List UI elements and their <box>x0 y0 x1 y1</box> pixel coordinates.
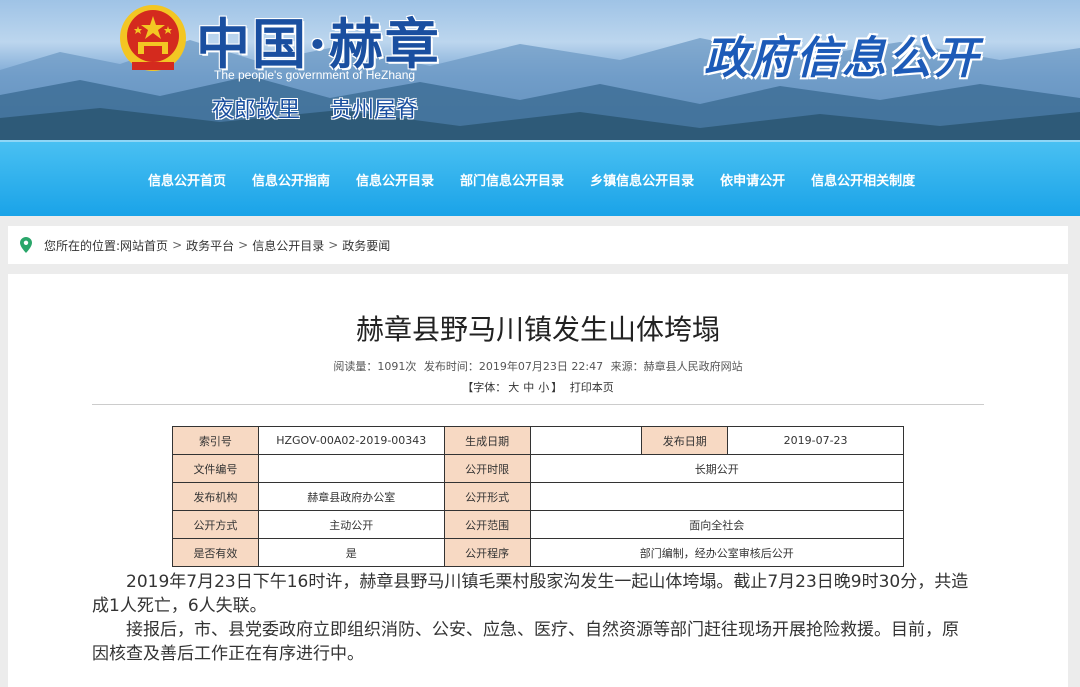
article-body: 2019年7月23日下午16时许，赫章县野马川镇毛栗村殷家沟发生一起山体垮塌。截… <box>92 570 972 666</box>
location-pin-icon <box>20 237 32 253</box>
slogan-2: 贵州屋脊 <box>330 98 419 123</box>
breadcrumb-separator: > <box>172 238 183 252</box>
procedure-label: 公开程序 <box>443 538 531 567</box>
scope-label: 公开范围 <box>443 510 531 539</box>
breadcrumb-label: 您所在的位置: <box>44 238 121 253</box>
period-value: 长期公开 <box>529 454 905 483</box>
pub-date-value: 2019-07-23 <box>727 426 904 455</box>
gen-date-value <box>529 426 643 455</box>
table-row: 是否有效 是 公开程序 部门编制，经办公室审核后公开 <box>172 538 905 567</box>
valid-label: 是否有效 <box>172 538 259 567</box>
form-label: 公开形式 <box>443 482 531 511</box>
section-title: 政府信息公开 <box>704 33 980 84</box>
nav-item-town-catalog[interactable]: 乡镇信息公开目录 <box>577 170 707 189</box>
nav-item-dept-catalog[interactable]: 部门信息公开目录 <box>447 170 577 189</box>
breadcrumb: 您所在的位置: 网站首页 > 政务平台 > 信息公开目录 > 政务要闻 <box>8 226 1068 264</box>
article-paragraph-1: 2019年7月23日下午16时许，赫章县野马川镇毛栗村殷家沟发生一起山体垮塌。截… <box>92 572 969 616</box>
publish-time: 发布时间：2019年07月23日 22:47 <box>423 360 604 373</box>
font-label-close: 】 <box>551 381 563 394</box>
breadcrumb-separator: > <box>328 238 339 252</box>
font-size-controls: 【字体：大中小】 打印本页 <box>8 379 1068 395</box>
info-table: 索引号 HZGOV-00A02-2019-00343 生成日期 发布日期 201… <box>172 426 905 567</box>
site-subtitle-en: The people's government of HeZhang <box>214 68 416 82</box>
print-button[interactable]: 打印本页 <box>570 381 614 394</box>
article-meta: 阅读量：1091次 发布时间：2019年07月23日 22:47 来源：赫章县人… <box>8 358 1068 374</box>
article-paragraph-2: 接报后，市、县党委政府立即组织消防、公安、应急、医疗、自然资源等部门赶往现场开展… <box>92 620 959 664</box>
method-value: 主动公开 <box>257 510 445 539</box>
valid-value: 是 <box>257 538 445 567</box>
font-label-open: 【字体： <box>462 381 507 394</box>
period-label: 公开时限 <box>443 454 531 483</box>
doc-no-value <box>257 454 445 483</box>
index-label: 索引号 <box>172 426 259 455</box>
read-count: 阅读量：1091次 <box>333 360 417 373</box>
slogan-1: 夜郎故里 <box>212 98 301 123</box>
divider <box>92 404 984 405</box>
index-value: HZGOV-00A02-2019-00343 <box>257 426 445 455</box>
nav-item-regulations[interactable]: 信息公开相关制度 <box>798 170 928 189</box>
article-panel: 赫章县野马川镇发生山体垮塌 阅读量：1091次 发布时间：2019年07月23日… <box>8 274 1068 687</box>
table-row: 文件编号 公开时限 长期公开 <box>172 454 905 483</box>
national-emblem-icon <box>120 5 186 71</box>
method-label: 公开方式 <box>172 510 259 539</box>
breadcrumb-item-catalog[interactable]: 信息公开目录 <box>252 237 324 254</box>
gen-date-label: 生成日期 <box>443 426 531 455</box>
org-value: 赫章县政府办公室 <box>257 482 445 511</box>
scope-value: 面向全社会 <box>529 510 905 539</box>
pub-date-label: 发布日期 <box>641 426 729 455</box>
font-medium-button[interactable]: 中 <box>523 381 534 394</box>
breadcrumb-item-platform[interactable]: 政务平台 <box>186 237 234 254</box>
table-row: 索引号 HZGOV-00A02-2019-00343 生成日期 发布日期 201… <box>172 426 904 455</box>
doc-no-label: 文件编号 <box>172 454 259 483</box>
slogan: 夜郎故里 贵州屋脊 <box>212 92 418 124</box>
article-source: 来源：赫章县人民政府网站 <box>610 360 743 373</box>
table-row: 发布机构 赫章县政府办公室 公开形式 <box>172 482 905 511</box>
nav-item-home[interactable]: 信息公开首页 <box>135 170 239 189</box>
procedure-value: 部门编制，经办公室审核后公开 <box>529 538 905 567</box>
main-nav: 信息公开首页 信息公开指南 信息公开目录 部门信息公开目录 乡镇信息公开目录 依… <box>0 140 1080 216</box>
nav-item-catalog[interactable]: 信息公开目录 <box>343 170 447 189</box>
header-banner: 中国·赫章 The people's government of HeZhang… <box>0 0 1080 140</box>
breadcrumb-separator: > <box>238 238 249 252</box>
form-value <box>529 482 905 511</box>
table-row: 公开方式 主动公开 公开范围 面向全社会 <box>172 510 905 539</box>
org-label: 发布机构 <box>172 482 259 511</box>
font-large-button[interactable]: 大 <box>508 381 519 394</box>
nav-item-on-request[interactable]: 依申请公开 <box>707 170 798 189</box>
breadcrumb-item-home[interactable]: 网站首页 <box>120 237 168 254</box>
breadcrumb-item-news[interactable]: 政务要闻 <box>342 237 390 254</box>
font-small-button[interactable]: 小 <box>538 381 549 394</box>
nav-item-guide[interactable]: 信息公开指南 <box>239 170 343 189</box>
article-title: 赫章县野马川镇发生山体垮塌 <box>355 313 720 346</box>
